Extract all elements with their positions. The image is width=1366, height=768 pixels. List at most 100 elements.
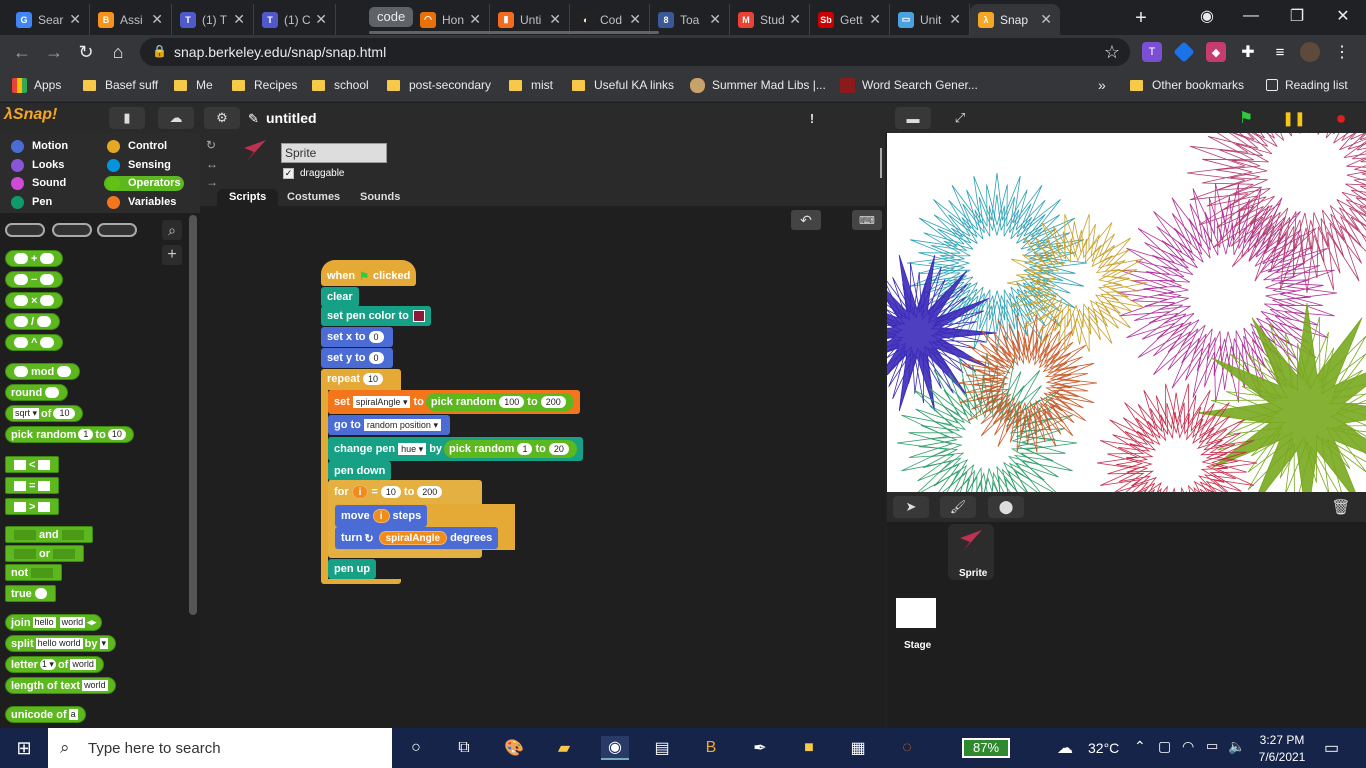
tab-close-icon[interactable]: ✕: [629, 11, 641, 28]
extension-teams-icon[interactable]: T: [1142, 42, 1162, 62]
browser-tab[interactable]: 8 Toa ✕: [650, 4, 730, 35]
block-split[interactable]: split hello world by ▾: [5, 635, 117, 652]
bookmark-mad-libs[interactable]: Summer Mad Libs |...: [690, 76, 826, 94]
windows-start-icon[interactable]: ⊞: [12, 736, 36, 760]
tab-close-icon[interactable]: ✕: [69, 11, 81, 28]
browser-tab[interactable]: M Stud ✕: [730, 4, 810, 35]
block-pick-random-2[interactable]: pick random 1 to 20: [444, 440, 577, 458]
clock-date[interactable]: 7/6/2021: [1256, 750, 1308, 764]
snap-logo[interactable]: λSnap!: [4, 106, 57, 130]
bookmark-ka-links[interactable]: Useful KA links: [572, 76, 674, 94]
cloud-icon[interactable]: ☁: [158, 107, 194, 129]
tab-search-icon[interactable]: ◉: [1184, 0, 1230, 32]
block-move-steps[interactable]: move i steps: [335, 505, 428, 527]
minimize-button[interactable]: —: [1228, 0, 1274, 32]
browser-tab[interactable]: T (1) T ✕: [172, 4, 254, 35]
bookmark-school[interactable]: school: [312, 76, 369, 94]
sticky-notes-icon[interactable]: ■: [797, 736, 821, 760]
app-b-icon[interactable]: B: [699, 736, 723, 760]
stop-icon[interactable]: ●: [1323, 107, 1359, 129]
orange-app-icon[interactable]: ◌: [895, 736, 919, 760]
weather-cloud-icon[interactable]: ☁: [1057, 738, 1073, 758]
block-round[interactable]: round: [5, 384, 69, 401]
browser-tab[interactable]: G Sear ✕: [8, 4, 90, 35]
block-when-flag-clicked[interactable]: when ⚑ clicked: [321, 260, 417, 286]
browser-tab[interactable]: B Assi ✕: [90, 4, 172, 35]
bookmark-apps[interactable]: Apps: [12, 76, 61, 94]
block-clear[interactable]: clear: [321, 287, 359, 307]
block-set-y[interactable]: set y to 0: [321, 348, 393, 368]
rotate-leftright-icon[interactable]: ↔: [206, 157, 218, 171]
scripting-area[interactable]: [200, 206, 885, 728]
block-turn-degrees[interactable]: turn ↻ spiralAngle degrees: [335, 527, 499, 549]
bookmark-other[interactable]: Other bookmarks: [1130, 76, 1244, 94]
wifi-icon[interactable]: ◠: [1182, 738, 1194, 755]
block-pick-random[interactable]: pick random 1 to 10: [5, 426, 134, 443]
tab-scripts[interactable]: Scripts: [217, 189, 279, 206]
block-not[interactable]: not: [5, 564, 63, 581]
calculator-icon[interactable]: ▦: [846, 736, 870, 760]
unused-blocks-icon[interactable]: !: [794, 107, 830, 129]
block-pick-random[interactable]: pick random 100 to 200: [425, 393, 574, 411]
tab-group-label[interactable]: code: [369, 7, 414, 27]
close-window-button[interactable]: ✕: [1320, 0, 1366, 32]
home-icon[interactable]: ⌂: [104, 38, 132, 66]
rotate-none-icon[interactable]: →: [206, 175, 218, 189]
browser-tab[interactable]: Sb Gett ✕: [810, 4, 890, 35]
block-true[interactable]: true: [5, 585, 56, 602]
paint-brush-icon[interactable]: 🖌: [940, 496, 976, 518]
draggable-checkbox[interactable]: ✓: [283, 168, 294, 179]
tab-close-icon[interactable]: ✕: [233, 11, 245, 28]
bookmark-mist[interactable]: mist: [509, 76, 553, 94]
battery-icon[interactable]: ▭: [1206, 738, 1218, 754]
bookmark-post-secondary[interactable]: post-secondary: [387, 76, 491, 94]
block-mod[interactable]: mod: [5, 363, 81, 380]
paint-app-icon[interactable]: 🎨: [502, 736, 526, 760]
tab-close-icon[interactable]: ✕: [469, 11, 481, 28]
category-pen[interactable]: Pen: [8, 195, 88, 210]
tab-close-icon[interactable]: ✕: [1040, 11, 1052, 28]
back-arrow-icon[interactable]: ←: [8, 38, 36, 66]
tab-costumes[interactable]: Costumes: [275, 189, 352, 206]
undo-icon[interactable]: ↶: [791, 210, 821, 230]
block-or[interactable]: or: [5, 545, 84, 562]
ring-command-icon[interactable]: [52, 223, 92, 237]
block-change-pen-by[interactable]: change pen hue ▾ by pick random 1 to 20: [328, 437, 583, 461]
block-set-variable[interactable]: set spiralAngle ▾ to pick random 100 to 200: [328, 390, 580, 414]
category-sound[interactable]: Sound: [8, 176, 88, 191]
bookmark-me[interactable]: Me: [174, 76, 213, 94]
rotate-any-icon[interactable]: ↻: [206, 138, 216, 152]
volume-icon[interactable]: 🔈: [1228, 738, 1245, 755]
tab-close-icon[interactable]: ✕: [151, 11, 163, 28]
settings-gear-icon[interactable]: ⚙: [204, 107, 240, 129]
pen-app-icon[interactable]: ✒: [748, 736, 772, 760]
block-set-x[interactable]: set x to 0: [321, 327, 393, 347]
battery-indicator[interactable]: 87%: [962, 738, 1010, 758]
keyboard-icon[interactable]: ⌨: [852, 210, 882, 230]
reload-icon[interactable]: ↻: [72, 38, 100, 66]
block-length-of-text[interactable]: length of text world: [5, 677, 116, 694]
browser-tab[interactable]: T (1) C ✕: [254, 4, 336, 35]
printer-icon[interactable]: ▤: [650, 736, 674, 760]
meet-icon[interactable]: ▢: [1158, 738, 1171, 755]
extension-shapes-icon[interactable]: ◆: [1206, 42, 1226, 62]
clock-time[interactable]: 3:27 PM: [1258, 733, 1306, 747]
block-subtract[interactable]: −: [5, 271, 64, 288]
block-greater-than[interactable]: >: [5, 498, 60, 515]
category-looks[interactable]: Looks: [8, 158, 88, 173]
new-tab-button[interactable]: +: [1118, 2, 1164, 34]
menu-kebab-icon[interactable]: ⋮: [1332, 42, 1352, 62]
ring-reporter-icon[interactable]: [5, 223, 45, 237]
tab-close-icon[interactable]: ✕: [869, 11, 881, 28]
camera-icon[interactable]: ⬤: [988, 496, 1024, 518]
media-control-icon[interactable]: ≡: [1270, 42, 1290, 62]
bookmark-star-icon[interactable]: ☆: [1098, 38, 1126, 66]
palette-search-icon[interactable]: ⌕: [162, 220, 182, 240]
taskbar-search-box[interactable]: Type here to search: [48, 728, 392, 768]
block-add[interactable]: +: [5, 250, 64, 267]
task-view-icon[interactable]: ⧉: [452, 736, 476, 760]
ring-predicate-icon[interactable]: [97, 223, 137, 237]
make-block-plus-icon[interactable]: +: [162, 245, 182, 265]
block-pen-up[interactable]: pen up: [328, 559, 377, 579]
green-flag-icon[interactable]: ⚑: [1228, 107, 1264, 129]
